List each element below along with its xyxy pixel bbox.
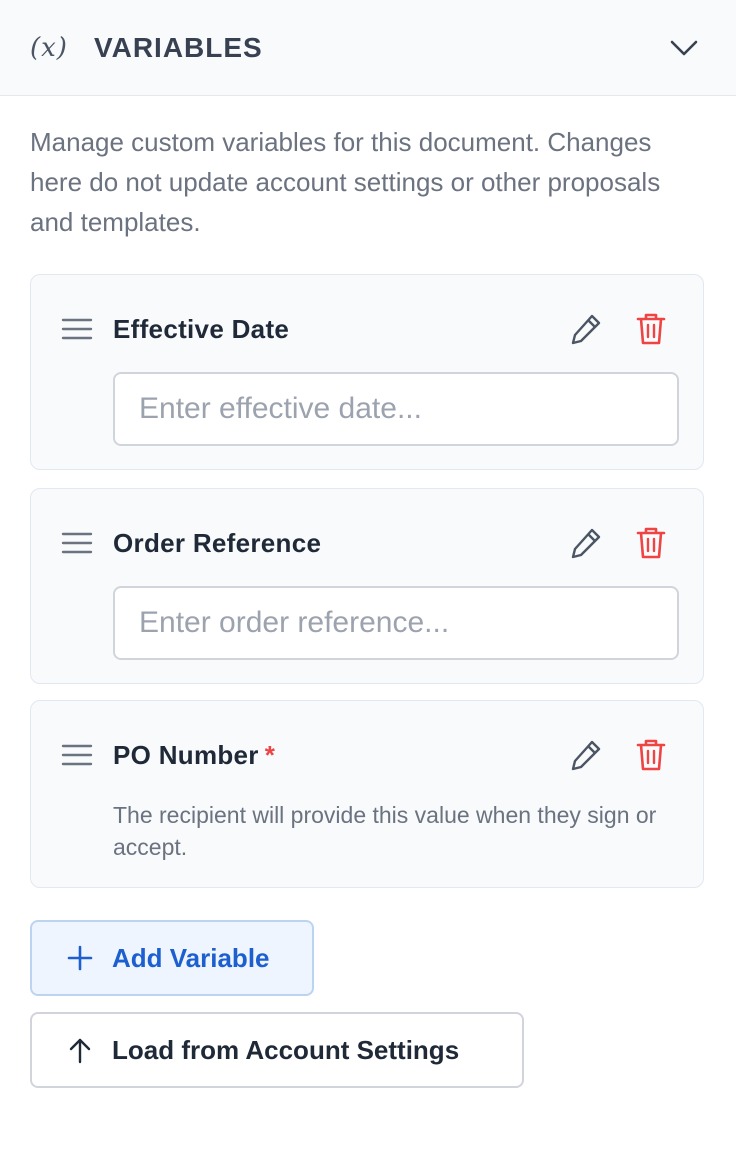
variable-card: Effective Date xyxy=(30,274,704,470)
add-variable-label: Add Variable xyxy=(112,942,270,973)
panel-description: Manage custom variables for this documen… xyxy=(30,127,661,237)
variable-name: PO Number * xyxy=(113,737,275,773)
required-asterisk: * xyxy=(264,740,276,770)
edit-pencil-icon[interactable] xyxy=(569,738,603,772)
drag-handle-icon[interactable] xyxy=(61,531,93,555)
add-variable-button[interactable]: Add Variable xyxy=(30,920,314,996)
variable-name: Effective Date xyxy=(113,314,290,344)
variable-card: Order Reference xyxy=(30,488,704,684)
variable-card: PO Number * The recipient will provide th… xyxy=(30,700,704,888)
load-from-account-settings-button[interactable]: Load from Account Settings xyxy=(30,1012,524,1088)
delete-trash-icon[interactable] xyxy=(635,526,667,560)
edit-pencil-icon[interactable] xyxy=(569,526,603,560)
delete-trash-icon[interactable] xyxy=(635,738,667,772)
order-reference-input[interactable] xyxy=(113,586,679,660)
edit-pencil-icon[interactable] xyxy=(569,312,603,346)
plus-icon xyxy=(67,945,93,971)
variable-name-text: PO Number xyxy=(113,740,259,770)
drag-handle-icon[interactable] xyxy=(61,743,93,767)
drag-handle-icon[interactable] xyxy=(61,317,93,341)
panel-title: VARIABLES xyxy=(94,32,263,63)
chevron-down-icon[interactable] xyxy=(668,34,700,62)
effective-date-input[interactable] xyxy=(113,372,679,446)
arrow-up-icon xyxy=(69,1038,91,1064)
variable-name: Order Reference xyxy=(113,528,322,558)
delete-trash-icon[interactable] xyxy=(635,312,667,346)
recipient-note: The recipient will provide this value wh… xyxy=(113,802,657,860)
variables-panel-header[interactable]: (x) VARIABLES xyxy=(0,0,736,96)
variable-icon: (x) xyxy=(30,33,68,63)
load-from-account-settings-label: Load from Account Settings xyxy=(112,1034,460,1065)
